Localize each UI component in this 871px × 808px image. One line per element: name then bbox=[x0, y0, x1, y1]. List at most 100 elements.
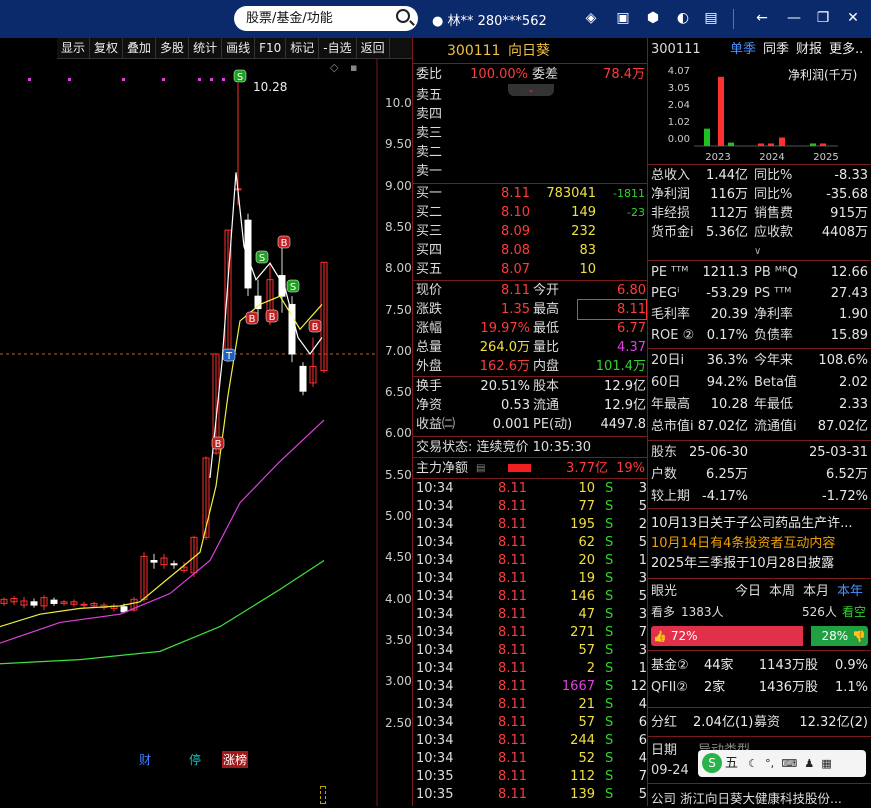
buy-row: 买三 8.09 232 bbox=[413, 222, 647, 241]
news-link[interactable]: 2025年三季报于10月28日披露 bbox=[651, 554, 834, 573]
flow-bar bbox=[508, 464, 531, 472]
f10-icon[interactable]: ▣ bbox=[615, 10, 631, 26]
fin-row: 净利润 116万 同比% -35.68 bbox=[648, 185, 871, 204]
tick-side: S bbox=[605, 571, 614, 586]
signal-dot bbox=[28, 78, 31, 81]
stat-value: 19.97% bbox=[480, 321, 530, 336]
sell-row: 卖四 bbox=[413, 105, 647, 124]
moon-icon[interactable]: ☾ bbox=[748, 757, 758, 770]
buy-level-label: 买二 bbox=[416, 205, 443, 220]
fin-value-2: -35.68 bbox=[826, 187, 868, 202]
stat-row: 现价 8.11 今开 6.80 bbox=[413, 281, 647, 300]
fin-label: 20日i bbox=[651, 353, 685, 368]
layers-icon[interactable]: ◈ bbox=[583, 10, 599, 26]
user-account[interactable]: ● 林** 280***562 bbox=[432, 10, 547, 29]
stat-row: 总量 264.0万 量比 4.37 bbox=[413, 338, 647, 357]
tick-row: 10:34 8.11 271 S 7 bbox=[413, 624, 647, 642]
stat-label-2: 量比 bbox=[533, 340, 560, 355]
tick-volume: 57 bbox=[578, 643, 595, 658]
candle-body bbox=[120, 606, 128, 613]
stat-value: 8.11 bbox=[501, 283, 530, 298]
search-input[interactable]: 股票/基金/功能 bbox=[246, 11, 333, 26]
fin-value-2: 6.52万 bbox=[826, 467, 868, 482]
news-link[interactable]: 10月13日关于子公司药品生产许... bbox=[651, 514, 852, 533]
tab-single-quarter[interactable]: 单季 bbox=[730, 40, 756, 59]
company-name: 公司 浙江向日葵大健康科技股份... bbox=[651, 791, 842, 806]
tick-side: S bbox=[605, 733, 614, 748]
tick-side: S bbox=[605, 517, 614, 532]
ime-mode[interactable]: 五 bbox=[725, 756, 738, 771]
message-icon[interactable]: ▤ bbox=[703, 10, 719, 26]
fin-label-2: PS ᵀᵀᴹ bbox=[754, 286, 792, 301]
marker-letter: S bbox=[259, 253, 265, 264]
fin-value-2: -8.33 bbox=[834, 168, 868, 183]
collapse-icon[interactable]: ∨ bbox=[754, 246, 761, 257]
tick-row: 10:34 8.11 1667 S 12 bbox=[413, 678, 647, 696]
news-link[interactable]: 10月14日有4条投资者互动内容 bbox=[651, 534, 835, 553]
thumbs-down-icon[interactable]: 👎 bbox=[852, 630, 866, 643]
tick-count: 3 bbox=[638, 481, 647, 496]
chart-settings-icon[interactable]: ◇ bbox=[330, 61, 338, 74]
tick-count: 7 bbox=[638, 769, 647, 784]
sent-tab-month[interactable]: 本月 bbox=[803, 582, 829, 601]
fin-value: 94.2% bbox=[706, 375, 748, 390]
fin-bar bbox=[779, 137, 785, 146]
fin-value: 36.3% bbox=[706, 353, 748, 368]
list-icon[interactable]: ▤ bbox=[476, 459, 485, 478]
fin-label: PEGⁱ bbox=[651, 286, 680, 301]
tab-same-quarter[interactable]: 同季 bbox=[763, 40, 789, 59]
tick-volume: 2 bbox=[586, 661, 595, 676]
fin-value: 112万 bbox=[710, 206, 748, 221]
scroll-marker[interactable] bbox=[320, 786, 326, 804]
candle-body bbox=[150, 560, 158, 563]
fin-bar bbox=[728, 142, 734, 146]
restore-icon[interactable]: ❐ bbox=[815, 10, 831, 26]
diff-label: 委差 bbox=[532, 67, 559, 82]
tab-more[interactable]: 更多.. bbox=[829, 40, 863, 59]
punct-icon[interactable]: °, bbox=[765, 757, 774, 770]
tick-time: 10:34 bbox=[416, 517, 454, 532]
sent-tab-week[interactable]: 本周 bbox=[769, 582, 795, 601]
kline-chart[interactable]: 显示 复权 叠加 多股 统计 画线 F10 标记 -自选 返回 BTBSBBSB… bbox=[0, 38, 419, 806]
search-box[interactable]: 股票/基金/功能 bbox=[234, 6, 418, 31]
thumbs-up-icon[interactable]: 👍 bbox=[653, 630, 667, 643]
stat-label-2: 流通 bbox=[533, 398, 560, 413]
stat-label-2: 股本 bbox=[533, 379, 560, 394]
fin-label: 非经损 bbox=[651, 206, 691, 221]
ma-line-yellow bbox=[0, 295, 323, 628]
tick-time: 10:34 bbox=[416, 499, 454, 514]
person-icon[interactable]: ♟ bbox=[804, 757, 814, 770]
stat-row: 涨跌 1.35 最高 8.11 bbox=[413, 299, 647, 320]
keyboard-icon[interactable]: ⌨ bbox=[781, 757, 797, 770]
ime-toolbar[interactable]: S五 ☾ °, ⌨ ♟ ▦ bbox=[698, 750, 866, 777]
back-icon[interactable]: ← bbox=[754, 10, 770, 26]
sent-tab-year[interactable]: 本年 bbox=[837, 582, 863, 601]
sogou-icon[interactable]: S bbox=[702, 753, 722, 773]
headset-icon[interactable]: ◐ bbox=[675, 10, 691, 26]
y-tick-label: 7.00 bbox=[385, 343, 412, 358]
sent-tab-today[interactable]: 今日 bbox=[735, 582, 761, 601]
tick-row: 10:34 8.11 57 S 6 bbox=[413, 714, 647, 732]
y-tick-label: 6.00 bbox=[385, 426, 412, 441]
tick-time: 10:34 bbox=[416, 751, 454, 766]
tick-volume: 19 bbox=[578, 571, 595, 586]
stat-label: 净资 bbox=[416, 398, 443, 413]
close-icon[interactable]: ✕ bbox=[845, 10, 861, 26]
grid-icon[interactable]: ▦ bbox=[821, 757, 831, 770]
tick-side: S bbox=[605, 751, 614, 766]
chart-menu-icon[interactable]: ▪ bbox=[350, 61, 357, 74]
tab-report[interactable]: 财报 bbox=[796, 40, 822, 59]
shield-icon[interactable]: ⬢ bbox=[645, 10, 661, 26]
minimize-icon[interactable]: — bbox=[786, 10, 802, 26]
marker-letter: S bbox=[237, 72, 243, 83]
tick-side: S bbox=[605, 787, 614, 802]
stat-label: 收益㈡ bbox=[416, 417, 456, 432]
tick-count: 1 bbox=[638, 661, 647, 676]
stat-value: 1.35 bbox=[501, 302, 530, 317]
fund-count: 44家 bbox=[704, 658, 734, 673]
search-icon[interactable] bbox=[396, 9, 410, 23]
sell-row: 卖一 bbox=[413, 162, 647, 181]
tick-count: 6 bbox=[638, 715, 647, 730]
fin-value: 5.36亿 bbox=[706, 225, 748, 240]
fin-row: 非经损 112万 销售费 915万 bbox=[648, 204, 871, 223]
